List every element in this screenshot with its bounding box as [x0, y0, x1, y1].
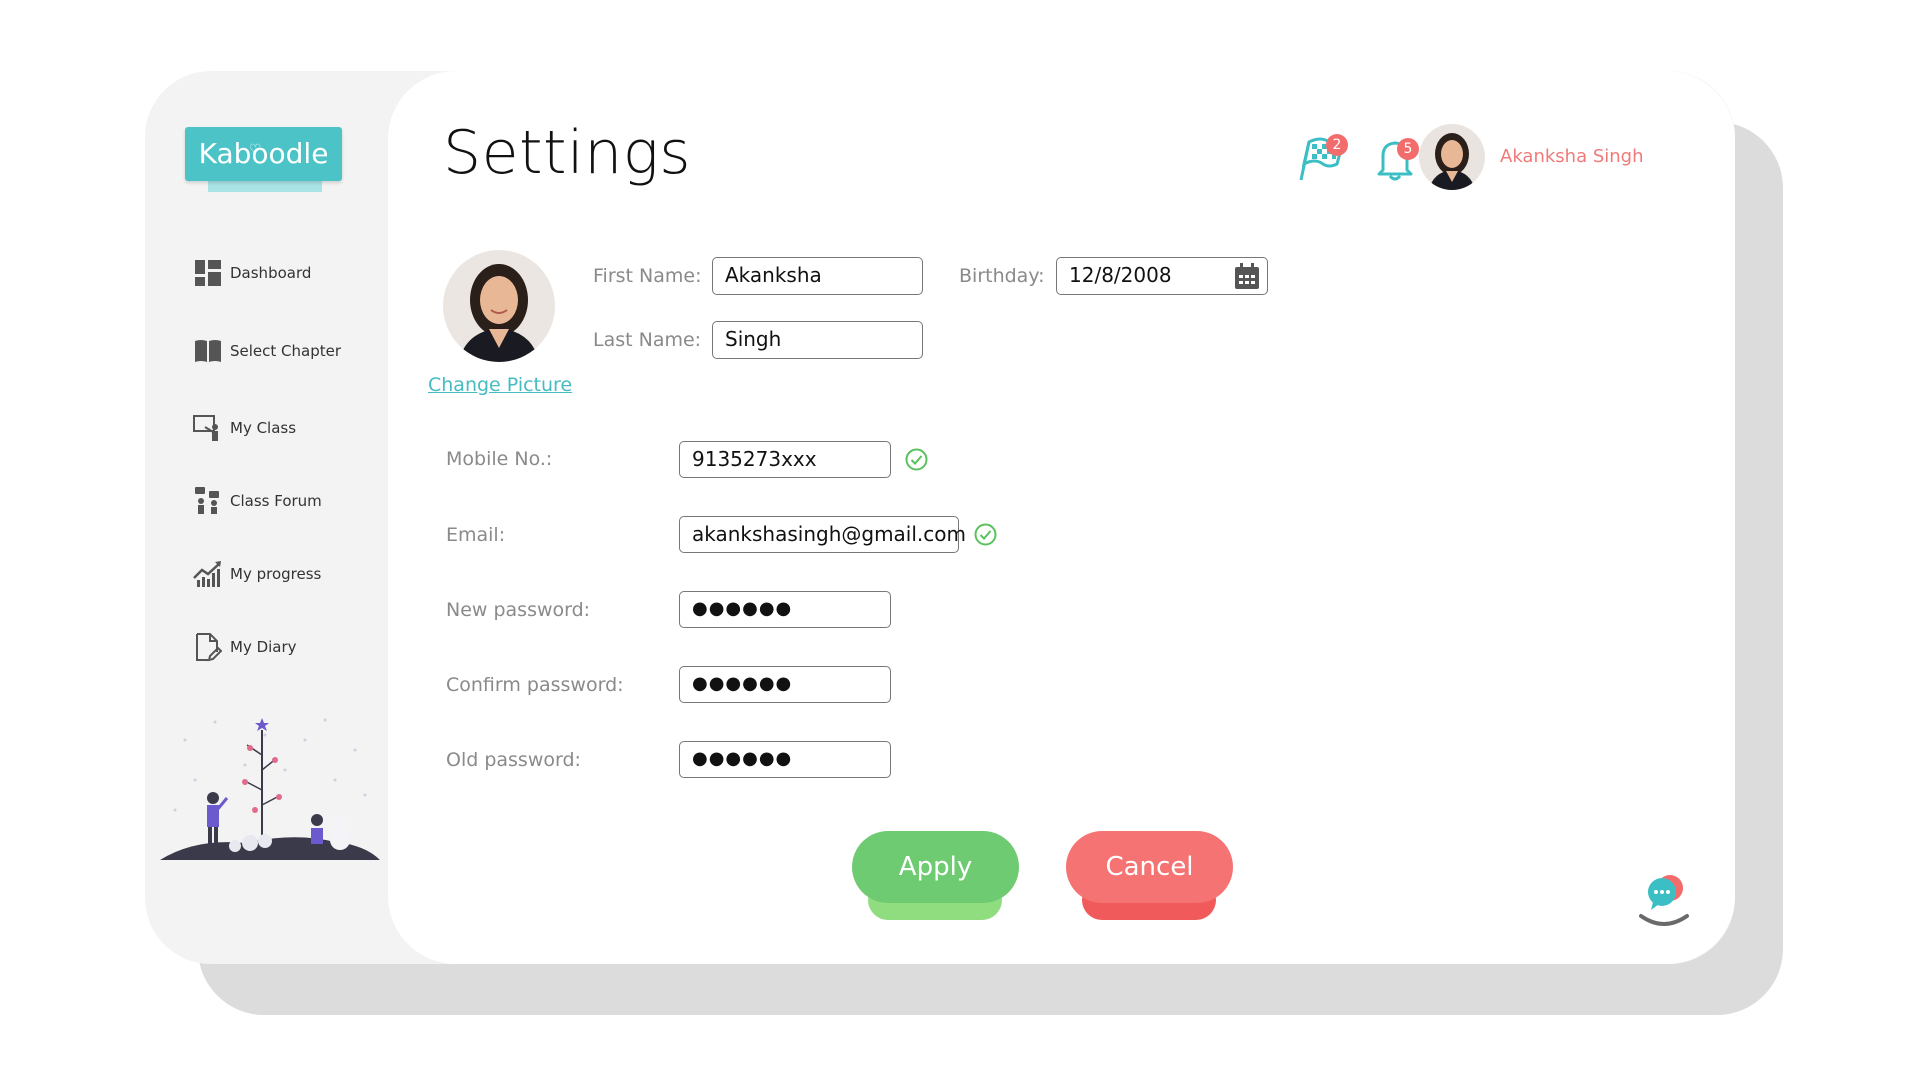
achievements-button[interactable]: 2 [1297, 134, 1348, 188]
birthday-value: 12/8/2008 [1069, 263, 1172, 287]
profile-avatar [443, 250, 555, 362]
new-password-label: New password: [446, 599, 591, 621]
old-password-field[interactable]: ●●●●●● [679, 741, 891, 778]
sidebar-item-dashboard[interactable]: Dashboard [193, 255, 311, 291]
notifications-button[interactable]: 5 [1375, 136, 1419, 186]
user-name[interactable]: Akanksha Singh [1500, 146, 1644, 167]
logo-box: ♡ Kaboodle [185, 127, 342, 181]
birthday-label: Birthday: [959, 265, 1045, 287]
progress-chart-icon [193, 559, 223, 589]
winter-illustration [160, 718, 380, 860]
sidebar-item-label: My progress [230, 565, 322, 583]
logo-text: Kaboodle [198, 137, 329, 170]
flag-badge: 2 [1326, 134, 1348, 156]
email-verified-icon [974, 523, 997, 546]
cancel-button[interactable]: Cancel [1066, 831, 1233, 903]
forum-people-icon [193, 486, 223, 516]
bell-badge: 5 [1397, 138, 1419, 160]
sidebar-item-label: My Class [230, 419, 297, 437]
confirm-password-field[interactable]: ●●●●●● [679, 666, 891, 703]
classroom-board-icon [193, 413, 223, 443]
apply-button[interactable]: Apply [852, 831, 1019, 903]
diary-edit-icon [193, 632, 223, 662]
heart-icon: ♡ [249, 142, 262, 158]
sidebar-item-label: My Diary [230, 638, 297, 656]
birthday-field[interactable]: 12/8/2008 [1056, 257, 1268, 295]
old-password-label: Old password: [446, 749, 581, 771]
page-title: Settings [443, 118, 692, 188]
header-avatar[interactable] [1419, 124, 1485, 190]
calendar-icon[interactable] [1234, 262, 1260, 301]
sidebar-item-my-progress[interactable]: My progress [193, 556, 321, 592]
new-password-field[interactable]: ●●●●●● [679, 591, 891, 628]
chat-widget-button[interactable] [1625, 866, 1695, 940]
mobile-verified-icon [905, 448, 928, 471]
sidebar-item-select-chapter[interactable]: Select Chapter [193, 333, 341, 369]
first-name-field[interactable]: Akanksha [712, 257, 923, 295]
chat-bubble-icon [1639, 875, 1689, 926]
change-picture-link[interactable]: Change Picture [428, 374, 572, 396]
confirm-password-label: Confirm password: [446, 674, 624, 696]
mobile-label: Mobile No.: [446, 448, 553, 470]
last-name-field[interactable]: Singh [712, 321, 923, 359]
settings-panel [388, 71, 1735, 964]
sidebar-item-label: Dashboard [230, 264, 312, 282]
dashboard-grid-icon [193, 258, 223, 288]
email-field[interactable]: akankshasingh@gmail.com [679, 516, 966, 553]
first-name-label: First Name: [593, 265, 702, 287]
sidebar-item-label: Select Chapter [230, 342, 342, 360]
sidebar-item-my-diary[interactable]: My Diary [193, 629, 297, 665]
last-name-label: Last Name: [593, 329, 702, 351]
sidebar-item-label: Class Forum [230, 492, 322, 510]
mobile-field[interactable]: 9135273xxx [679, 441, 891, 478]
book-icon [193, 336, 223, 366]
sidebar-item-my-class[interactable]: My Class [193, 410, 296, 446]
sidebar-item-class-forum[interactable]: Class Forum [193, 483, 322, 519]
email-label: Email: [446, 524, 506, 546]
kaboodle-logo[interactable]: ♡ Kaboodle [185, 127, 342, 194]
